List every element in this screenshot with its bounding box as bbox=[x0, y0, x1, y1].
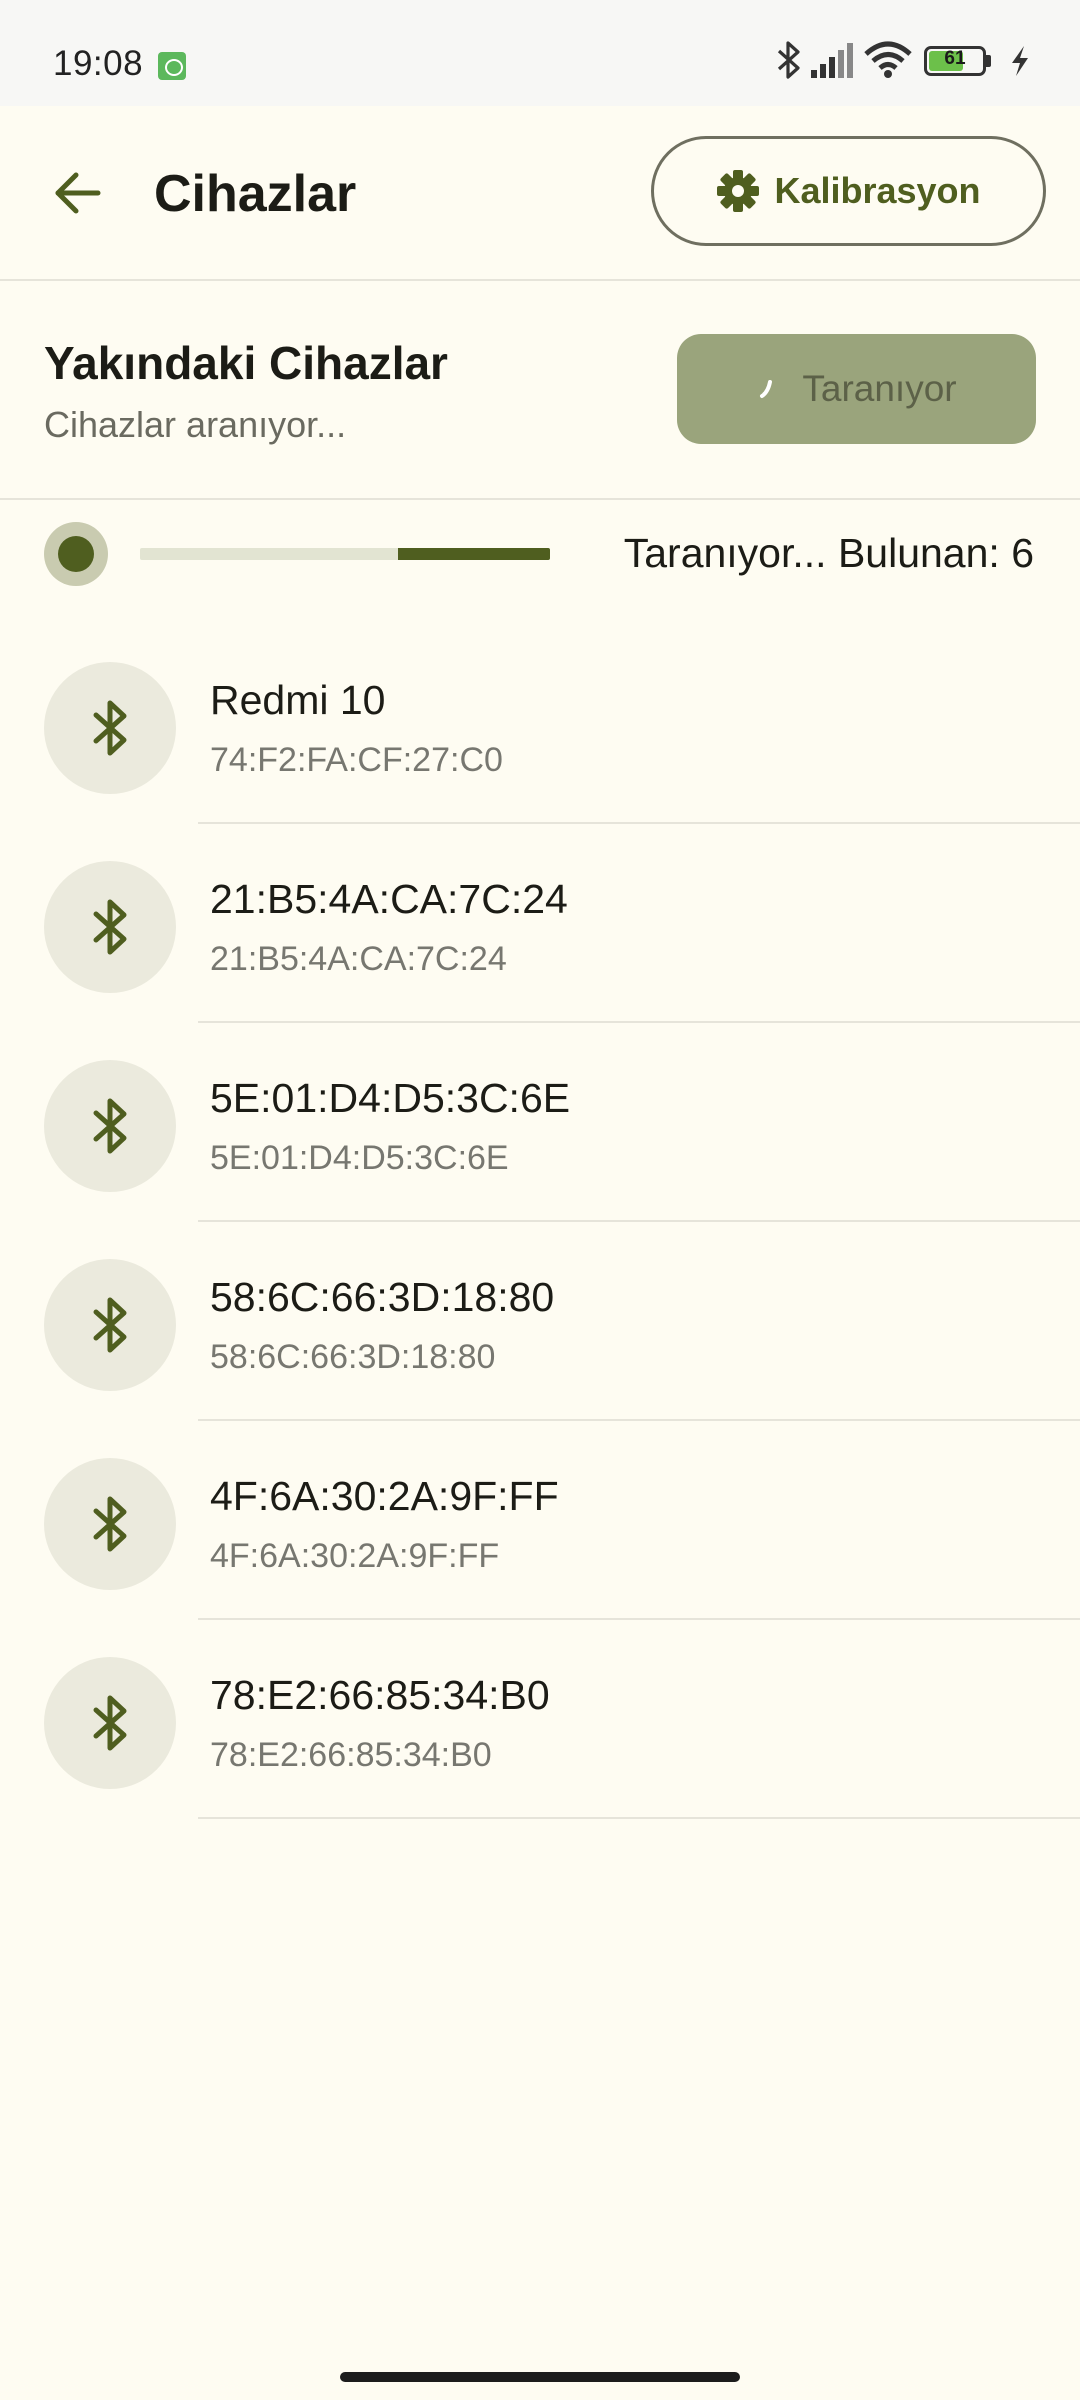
android-notification-icon bbox=[158, 52, 186, 80]
app-bar: Cihazlar Kalibrasyon bbox=[0, 106, 1080, 280]
status-time: 19:08 bbox=[53, 44, 144, 83]
device-mac-address: 4F:6A:30:2A:9F:FF bbox=[210, 1537, 500, 1575]
loading-spinner-icon bbox=[760, 380, 773, 398]
scan-progress-fill bbox=[398, 548, 550, 560]
scan-progress-bar bbox=[140, 548, 550, 560]
header-divider bbox=[0, 279, 1080, 281]
calibration-button[interactable]: Kalibrasyon bbox=[651, 136, 1046, 246]
device-list: Redmi 10 74:F2:FA:CF:27:C0 21:B5:4A:CA:7… bbox=[0, 625, 1080, 1819]
device-list-item[interactable]: 58:6C:66:3D:18:80 58:6C:66:3D:18:80 bbox=[0, 1222, 1080, 1421]
scan-status-text: Taranıyor... Bulunan: 6 bbox=[623, 530, 1034, 576]
section-divider bbox=[0, 498, 1080, 500]
bluetooth-icon bbox=[93, 1297, 127, 1353]
home-indicator[interactable] bbox=[340, 2372, 740, 2382]
device-avatar bbox=[44, 1458, 176, 1590]
section-subtitle: Cihazlar aranıyor... bbox=[44, 404, 347, 445]
device-avatar bbox=[44, 861, 176, 993]
battery-level: 61 bbox=[944, 48, 966, 69]
charging-icon bbox=[1012, 46, 1028, 76]
device-list-item[interactable]: 5E:01:D4:D5:3C:6E 5E:01:D4:D5:3C:6E bbox=[0, 1023, 1080, 1222]
section-title: Yakındaki Cihazlar bbox=[44, 337, 448, 389]
bluetooth-icon bbox=[93, 1695, 127, 1751]
row-divider bbox=[198, 1817, 1080, 1819]
device-name: 4F:6A:30:2A:9F:FF bbox=[210, 1473, 559, 1519]
device-name: 21:B5:4A:CA:7C:24 bbox=[210, 876, 568, 922]
device-avatar bbox=[44, 1657, 176, 1789]
device-mac-address: 5E:01:D4:D5:3C:6E bbox=[210, 1139, 509, 1177]
device-list-item[interactable]: 4F:6A:30:2A:9F:FF 4F:6A:30:2A:9F:FF bbox=[0, 1421, 1080, 1620]
page-title: Cihazlar bbox=[154, 165, 357, 223]
device-avatar bbox=[44, 1060, 176, 1192]
device-mac-address: 74:F2:FA:CF:27:C0 bbox=[210, 741, 503, 779]
gear-icon bbox=[717, 170, 760, 212]
device-avatar bbox=[44, 1259, 176, 1391]
bluetooth-icon bbox=[93, 1496, 127, 1552]
arrow-back-icon bbox=[55, 172, 101, 214]
status-bar: 19:08 61 bbox=[0, 0, 1080, 106]
device-name: Redmi 10 bbox=[210, 677, 386, 723]
device-list-item[interactable]: 21:B5:4A:CA:7C:24 21:B5:4A:CA:7C:24 bbox=[0, 824, 1080, 1023]
bluetooth-icon bbox=[93, 899, 127, 955]
device-name: 58:6C:66:3D:18:80 bbox=[210, 1274, 555, 1320]
back-button[interactable] bbox=[44, 160, 110, 226]
battery-icon: 61 bbox=[924, 46, 992, 76]
device-list-item[interactable]: 78:E2:66:85:34:B0 78:E2:66:85:34:B0 bbox=[0, 1620, 1080, 1819]
bluetooth-icon bbox=[93, 700, 127, 756]
bluetooth-icon bbox=[93, 1098, 127, 1154]
scan-button-label: Taranıyor bbox=[802, 368, 957, 409]
device-name: 5E:01:D4:D5:3C:6E bbox=[210, 1075, 571, 1121]
scan-button[interactable]: Taranıyor bbox=[677, 334, 1036, 444]
device-mac-address: 58:6C:66:3D:18:80 bbox=[210, 1338, 496, 1376]
device-mac-address: 21:B5:4A:CA:7C:24 bbox=[210, 940, 507, 978]
device-name: 78:E2:66:85:34:B0 bbox=[210, 1672, 550, 1718]
calibration-label: Kalibrasyon bbox=[774, 170, 981, 211]
device-avatar bbox=[44, 662, 176, 794]
wifi-icon bbox=[864, 41, 912, 78]
signal-icon bbox=[811, 43, 853, 78]
scan-indicator-dot bbox=[44, 522, 108, 586]
bluetooth-icon bbox=[777, 41, 800, 79]
device-list-item[interactable]: Redmi 10 74:F2:FA:CF:27:C0 bbox=[0, 625, 1080, 824]
device-mac-address: 78:E2:66:85:34:B0 bbox=[210, 1736, 492, 1774]
